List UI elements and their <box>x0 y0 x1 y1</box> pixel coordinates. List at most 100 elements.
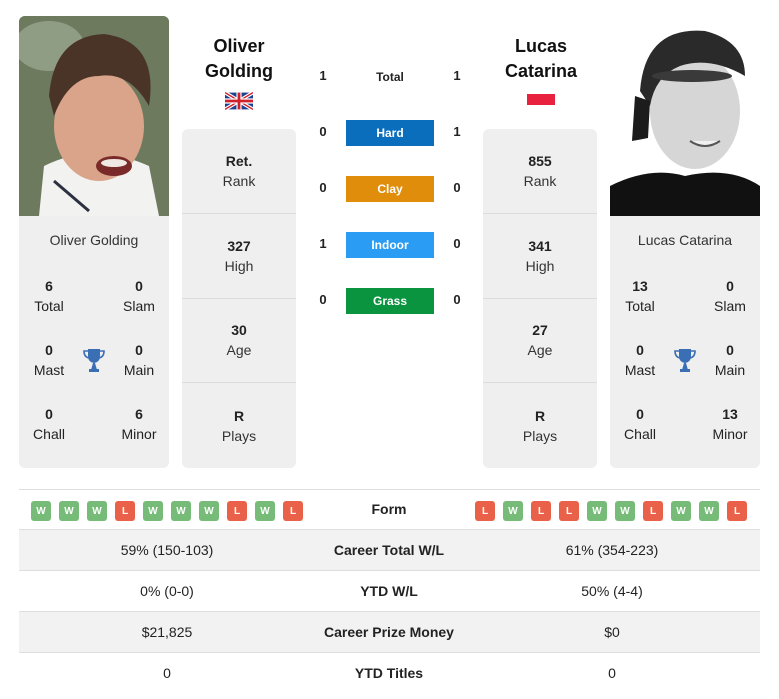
surface-indoor-button[interactable]: Indoor <box>346 232 434 258</box>
player1-high-cell: 327 High <box>182 214 296 299</box>
player2-rank-cell: 855 Rank <box>483 129 597 214</box>
player1-titles-total: 6 Total <box>34 278 64 314</box>
player2-ytd-wl: 50% (4-4) <box>581 583 643 599</box>
form-win-badge[interactable]: W <box>255 501 275 521</box>
form-loss-badge[interactable]: L <box>283 501 303 521</box>
form-win-badge[interactable]: W <box>171 501 191 521</box>
h2h-total-p2: 1 <box>453 68 461 83</box>
player1-age-label: Age <box>226 342 252 359</box>
player2-age-cell: 27 Age <box>483 299 597 384</box>
form-win-badge[interactable]: W <box>31 501 51 521</box>
h2h-grass-p1: 0 <box>319 292 327 307</box>
h2h-total-label: Total <box>376 70 404 84</box>
player2-last-name: Catarina <box>504 61 578 81</box>
player1-plays-value: R <box>233 407 245 424</box>
form-loss-badge[interactable]: L <box>227 501 247 521</box>
player1-titles-slam: 0 Slam <box>123 278 155 314</box>
player2-plays-value: R <box>534 407 546 424</box>
table-row: 0 YTD Titles 0 <box>19 653 760 694</box>
player1-titles-panel: Oliver Golding 6 Total 0 Slam 0 Mast 0 Main … <box>19 216 169 468</box>
player2-titles-main: 0 Main <box>714 342 746 378</box>
table-row: 0% (0-0) YTD W/L 50% (4-4) <box>19 571 760 612</box>
h2h-grass-p2: 0 <box>453 292 461 307</box>
player1-age-value: 30 <box>231 322 247 339</box>
player1-plays-label: Plays <box>221 427 257 444</box>
player2-titles-total: 13 Total <box>625 278 655 314</box>
h2h-total-p1: 1 <box>319 68 327 83</box>
player2-high-value: 341 <box>528 237 552 254</box>
h2h-indoor-p2: 0 <box>453 236 461 251</box>
player2-titles-panel: Lucas Catarina 13 Total 0 Slam 0 Mast 0 Main… <box>610 216 760 468</box>
form-win-badge[interactable]: W <box>87 501 107 521</box>
player1-stats-panel: Ret. Rank 327 High 30 Age R Plays <box>182 129 296 468</box>
player1-rank-label: Rank <box>222 172 256 189</box>
player1-high-value: 327 <box>227 237 251 254</box>
form-win-badge[interactable]: W <box>143 501 163 521</box>
form-loss-badge[interactable]: L <box>531 501 551 521</box>
surface-clay-button[interactable]: Clay <box>346 176 434 202</box>
player2-name-heading[interactable]: Lucas Catarina <box>481 34 601 84</box>
surface-hard-button[interactable]: Hard <box>346 120 434 146</box>
player2-titles-minor: 13 Minor <box>712 406 748 442</box>
player2-high-cell: 341 High <box>483 214 597 299</box>
prize-money-label: Career Prize Money <box>324 624 454 640</box>
player2-plays-label: Plays <box>522 427 558 444</box>
player2-plays-cell: R Plays <box>483 383 597 468</box>
form-loss-badge[interactable]: L <box>727 501 747 521</box>
player1-rank-cell: Ret. Rank <box>182 129 296 214</box>
table-row: 59% (150-103) Career Total W/L 61% (354-… <box>19 530 760 571</box>
player2-rank-label: Rank <box>523 172 557 189</box>
player2-career-wl: 61% (354-223) <box>565 542 659 558</box>
form-label: Form <box>371 501 407 517</box>
table-row: $21,825 Career Prize Money $0 <box>19 612 760 653</box>
trophy-icon <box>82 347 106 373</box>
player1-prize-money: $21,825 <box>141 624 193 640</box>
player1-titles-chall: 0 Chall <box>33 406 65 442</box>
form-win-badge[interactable]: W <box>671 501 691 521</box>
player2-titles-mast: 0 Mast <box>624 342 656 378</box>
player1-titles-minor: 6 Minor <box>121 406 157 442</box>
h2h-hard-p2: 1 <box>453 124 461 139</box>
monaco-flag-icon <box>527 92 555 105</box>
player2-titles-name[interactable]: Lucas Catarina <box>610 232 760 248</box>
form-win-badge[interactable]: W <box>615 501 635 521</box>
form-loss-badge[interactable]: L <box>475 501 495 521</box>
form-win-badge[interactable]: W <box>699 501 719 521</box>
player2-titles-slam: 0 Slam <box>714 278 746 314</box>
form-win-badge[interactable]: W <box>199 501 219 521</box>
player2-age-label: Age <box>527 342 553 359</box>
h2h-indoor-p1: 1 <box>319 236 327 251</box>
player1-rank-value: Ret. <box>225 152 253 169</box>
player1-first-name: Oliver <box>213 36 265 56</box>
player1-name-heading[interactable]: Oliver Golding <box>179 34 299 84</box>
form-win-badge[interactable]: W <box>503 501 523 521</box>
united-kingdom-flag-icon <box>224 90 254 112</box>
player2-first-name: Lucas <box>514 36 568 56</box>
form-loss-badge[interactable]: L <box>559 501 579 521</box>
h2h-hard-p1: 0 <box>319 124 327 139</box>
player2-ytd-titles: 0 <box>608 665 616 681</box>
ytd-wl-label: YTD W/L <box>360 583 418 599</box>
form-row: WWWLWWWLWL Form LWLLWWLWWL <box>19 489 760 530</box>
player1-photo <box>19 16 169 216</box>
player2-titles-chall: 0 Chall <box>624 406 656 442</box>
player2-high-label: High <box>525 257 555 274</box>
player1-last-name: Golding <box>205 61 273 81</box>
player2-prize-money: $0 <box>604 624 620 640</box>
form-win-badge[interactable]: W <box>587 501 607 521</box>
form-win-badge[interactable]: W <box>59 501 79 521</box>
player1-titles-main: 0 Main <box>123 342 155 378</box>
player2-stats-panel: 855 Rank 341 High 27 Age R Plays <box>483 129 597 468</box>
form-loss-badge[interactable]: L <box>115 501 135 521</box>
surface-grass-button[interactable]: Grass <box>346 288 434 314</box>
player1-ytd-titles: 0 <box>163 665 171 681</box>
player1-titles-mast: 0 Mast <box>33 342 65 378</box>
player1-titles-name[interactable]: Oliver Golding <box>19 232 169 248</box>
h2h-clay-p1: 0 <box>319 180 327 195</box>
player2-age-value: 27 <box>532 322 548 339</box>
player1-high-label: High <box>224 257 254 274</box>
form-loss-badge[interactable]: L <box>643 501 663 521</box>
player2-photo <box>610 16 760 216</box>
player1-career-wl: 59% (150-103) <box>120 542 214 558</box>
trophy-icon <box>673 347 697 373</box>
